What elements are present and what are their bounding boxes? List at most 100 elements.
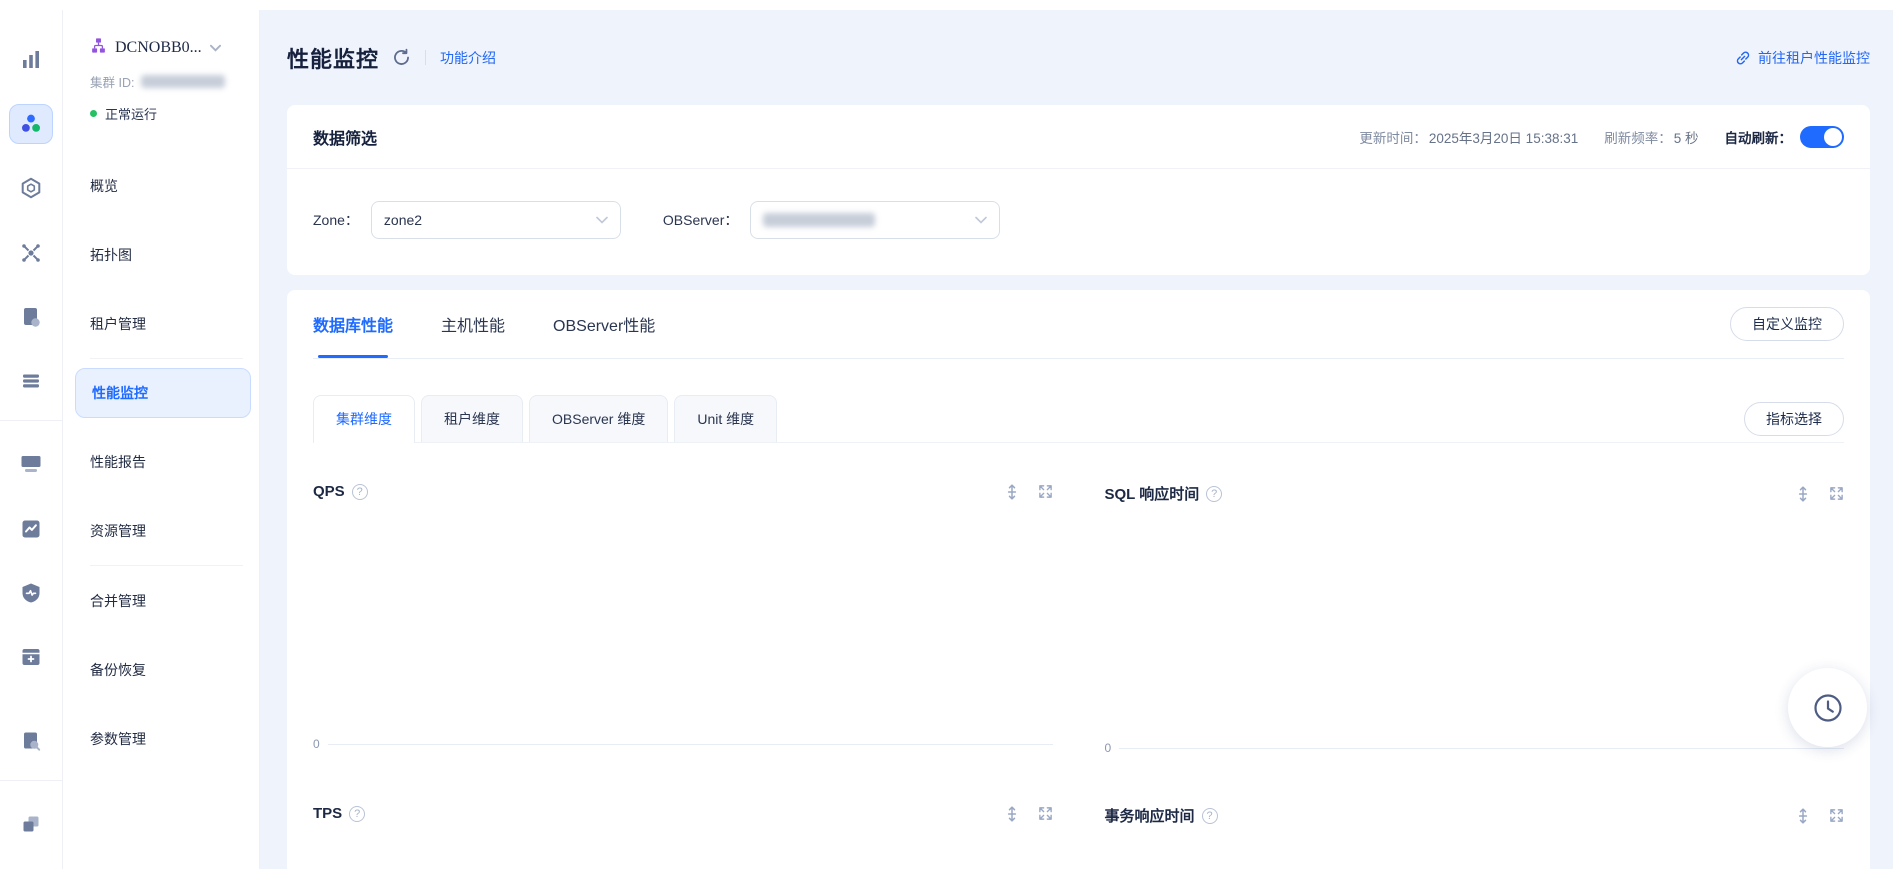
- fullscreen-icon[interactable]: [1038, 484, 1053, 499]
- chart-tps: TPS ? 0: [313, 805, 1053, 869]
- metric-select-button[interactable]: 指标选择: [1744, 402, 1844, 436]
- sidebar-item-tenant-mgmt[interactable]: 租户管理: [63, 289, 259, 358]
- cluster-id-redacted: [141, 75, 225, 88]
- tab-database-performance[interactable]: 数据库性能: [313, 290, 393, 358]
- cluster-icon[interactable]: [9, 104, 53, 144]
- fullscreen-icon[interactable]: [1038, 806, 1053, 821]
- page-title: 性能监控: [287, 42, 379, 74]
- sidebar-item-topology[interactable]: 拓扑图: [63, 220, 259, 289]
- bar-chart-icon[interactable]: [9, 40, 53, 79]
- update-time-label: 更新时间：: [1359, 127, 1427, 147]
- sidebar-item-perf-report[interactable]: 性能报告: [63, 427, 259, 496]
- drag-chart-icon[interactable]: [1795, 486, 1811, 502]
- icon-rail: [0, 10, 63, 869]
- windows-icon[interactable]: [9, 805, 53, 844]
- custom-monitor-button[interactable]: 自定义监控: [1730, 307, 1844, 341]
- chart-plot-area: [313, 500, 1053, 737]
- zone-select-value: zone2: [384, 212, 422, 228]
- x-axis-line: [1119, 748, 1844, 749]
- tab-unit-dimension[interactable]: Unit 维度: [674, 395, 777, 442]
- x-axis-line: [328, 744, 1053, 745]
- cluster-tree-icon: [90, 37, 107, 59]
- update-time-value: 2025年3月20日 15:38:31: [1429, 127, 1578, 147]
- tab-observer-performance[interactable]: OBServer性能: [553, 290, 655, 358]
- page-header: 性能监控 功能介绍 前往租户性能监控: [287, 10, 1870, 105]
- chart-plot-area: [313, 822, 1053, 869]
- cluster-selector[interactable]: DCNOBB0...: [63, 37, 259, 59]
- tab-tenant-dimension[interactable]: 租户维度: [421, 395, 523, 442]
- auto-refresh-label: 自动刷新：: [1725, 127, 1793, 147]
- zone-label: Zone：: [313, 210, 359, 230]
- tab-observer-dimension[interactable]: OBServer 维度: [529, 395, 668, 442]
- sidebar-item-merge-mgmt[interactable]: 合并管理: [63, 566, 259, 635]
- y-axis-zero: 0: [313, 737, 320, 751]
- observer-select[interactable]: [750, 201, 1000, 239]
- top-strip: [0, 0, 1893, 10]
- perf-line-icon[interactable]: [9, 509, 53, 548]
- help-icon[interactable]: ?: [349, 806, 365, 822]
- chart-plot-area: [1105, 826, 1845, 869]
- fullscreen-icon[interactable]: [1829, 808, 1844, 823]
- component-box-icon[interactable]: [9, 169, 53, 208]
- y-axis-zero: 0: [1105, 741, 1112, 755]
- rail-divider: [0, 780, 62, 781]
- link-icon: [1735, 50, 1751, 66]
- performance-tabs: 数据库性能 主机性能 OBServer性能 自定义监控: [313, 290, 1844, 359]
- charts-grid: QPS ? 0 SQL 响应时间: [313, 483, 1844, 869]
- chevron-down-icon: [210, 44, 221, 52]
- status-dot: [90, 110, 97, 117]
- chart-qps: QPS ? 0: [313, 483, 1053, 755]
- time-range-fab[interactable]: [1788, 668, 1867, 747]
- drag-chart-icon[interactable]: [1004, 806, 1020, 822]
- drag-chart-icon[interactable]: [1795, 808, 1811, 824]
- cluster-id-label: 集群 ID:: [90, 72, 134, 91]
- sidebar-item-perf-monitor[interactable]: 性能监控: [75, 368, 251, 418]
- observer-label: OBServer：: [663, 210, 738, 230]
- refresh-rate-value: 5 秒: [1674, 127, 1699, 147]
- cluster-name: DCNOBB0...: [115, 39, 202, 57]
- host-monitor-icon[interactable]: [9, 445, 53, 484]
- tab-host-performance[interactable]: 主机性能: [441, 290, 505, 358]
- chart-title: QPS: [313, 483, 345, 500]
- tab-cluster-dimension[interactable]: 集群维度: [313, 395, 415, 443]
- feature-intro-link[interactable]: 功能介绍: [440, 48, 496, 68]
- clock-icon: [1810, 690, 1846, 726]
- goto-tenant-monitor-link[interactable]: 前往租户性能监控: [1735, 48, 1870, 68]
- report-icon[interactable]: [9, 297, 53, 336]
- chevron-down-icon: [975, 216, 987, 224]
- doc-search-icon[interactable]: [9, 722, 53, 761]
- drag-chart-icon[interactable]: [1004, 484, 1020, 500]
- refresh-icon[interactable]: [392, 48, 411, 67]
- divider: [425, 50, 426, 65]
- zone-select[interactable]: zone2: [371, 201, 621, 239]
- help-icon[interactable]: ?: [1206, 486, 1222, 502]
- auto-refresh-toggle[interactable]: [1800, 126, 1844, 148]
- chart-transaction-response-time: 事务响应时间 ? 0: [1105, 805, 1845, 869]
- chart-title: SQL 响应时间: [1105, 483, 1200, 504]
- dimension-tabs: 集群维度 租户维度 OBServer 维度 Unit 维度 指标选择: [313, 395, 1844, 443]
- refresh-rate-label: 刷新频率：: [1604, 127, 1672, 147]
- help-icon[interactable]: ?: [352, 484, 368, 500]
- cluster-sidebar: DCNOBB0... 集群 ID: 正常运行 概览 拓扑图 租户管理 性能监控 …: [63, 10, 260, 869]
- chart-title: TPS: [313, 805, 342, 822]
- topology-icon[interactable]: [9, 233, 53, 272]
- sidebar-item-backup-restore[interactable]: 备份恢复: [63, 635, 259, 704]
- help-icon[interactable]: ?: [1202, 808, 1218, 824]
- sidebar-menu: 概览 拓扑图 租户管理 性能监控 性能报告 资源管理 合并管理 备份恢复 参数管…: [63, 151, 259, 773]
- observer-value-redacted: [763, 213, 875, 227]
- cluster-status-text: 正常运行: [105, 104, 157, 123]
- sidebar-item-overview[interactable]: 概览: [63, 151, 259, 220]
- sidebar-item-resource-mgmt[interactable]: 资源管理: [63, 496, 259, 565]
- sidebar-item-param-mgmt[interactable]: 参数管理: [63, 704, 259, 773]
- fullscreen-icon[interactable]: [1829, 486, 1844, 501]
- shield-icon[interactable]: [9, 573, 53, 612]
- rail-divider: [0, 420, 62, 421]
- package-add-icon[interactable]: [9, 638, 53, 677]
- list-icon[interactable]: [9, 362, 53, 401]
- chart-sql-response-time: SQL 响应时间 ? 0: [1105, 483, 1845, 755]
- chart-title: 事务响应时间: [1105, 805, 1195, 826]
- performance-card: 数据库性能 主机性能 OBServer性能 自定义监控 集群维度 租户维度 OB…: [287, 290, 1870, 869]
- filter-card-title: 数据筛选: [313, 125, 377, 149]
- data-filter-card: 数据筛选 更新时间： 2025年3月20日 15:38:31 刷新频率： 5 秒…: [287, 105, 1870, 275]
- menu-divider: [90, 358, 243, 359]
